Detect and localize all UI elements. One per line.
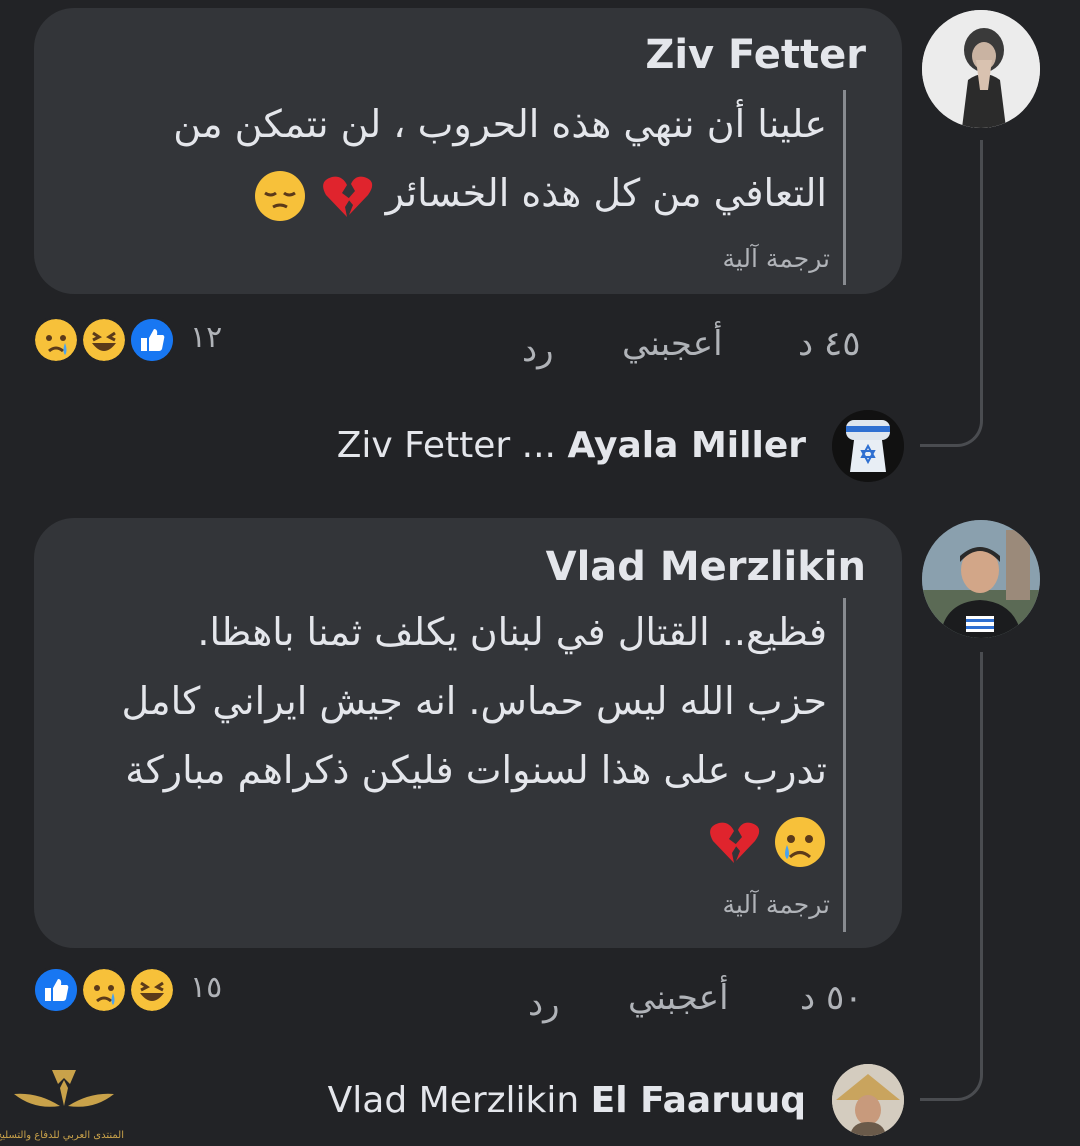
like-icon[interactable] — [128, 316, 176, 364]
like-button[interactable]: أعجبني — [628, 978, 729, 1018]
avatar-ziv-fetter[interactable] — [922, 10, 1040, 128]
comment-author[interactable]: Ziv Fetter — [645, 32, 866, 78]
comment-author[interactable]: Vlad Merzlikin — [546, 544, 866, 590]
comment-time: ٥٠ د — [800, 978, 863, 1018]
comment-text: فظيع.. القتال في لبنان يكلف ثمنا باهظا. … — [67, 598, 846, 932]
avatar-vlad-merzlikin[interactable] — [922, 520, 1040, 638]
auto-translate-link[interactable]: ترجمة آلية — [722, 244, 846, 273]
watermark-text: المنتدى العربي للدفاع والتسليح — [0, 1130, 124, 1141]
pensive-face-icon — [253, 169, 307, 223]
reaction-count[interactable]: ١٢ — [190, 320, 222, 355]
reply-button[interactable]: رد — [522, 330, 554, 370]
crying-face-icon — [773, 815, 827, 869]
comment-line — [67, 805, 827, 874]
reply-button[interactable]: رد — [528, 984, 560, 1024]
laugh-icon[interactable] — [128, 966, 176, 1014]
avatar-ayala-miller[interactable] — [832, 410, 904, 482]
comment-line: فظيع.. القتال في لبنان يكلف ثمنا باهظا. — [197, 610, 827, 654]
comment-bubble-2: Vlad Merzlikin فظيع.. القتال في لبنان يك… — [34, 518, 902, 948]
sad-icon[interactable] — [80, 966, 128, 1014]
comment-time: ٤٥ د — [798, 324, 861, 364]
auto-translate-link[interactable]: ترجمة آلية — [722, 890, 846, 919]
comment-line: تدرب على هذا لسنوات فليكن ذكراهم مباركة — [125, 748, 827, 792]
broken-heart-icon — [707, 815, 761, 869]
reply-preview[interactable]: Vlad Merzlikin El Faaruuq — [328, 1080, 806, 1121]
comment-line: التعافي من كل هذه الخسائر — [107, 159, 827, 228]
laugh-icon[interactable] — [80, 316, 128, 364]
reaction-count[interactable]: ١٥ — [190, 970, 222, 1005]
avatar-el-faaruuq[interactable] — [832, 1064, 904, 1136]
reply-preview-text: Vlad Merzlikin — [327, 1080, 580, 1121]
thread-connector — [920, 652, 983, 1101]
reply-author[interactable]: El Faaruuq — [591, 1080, 806, 1121]
thread-connector — [920, 140, 983, 447]
reply-preview[interactable]: Ziv Fetter ... Ayala Miller — [337, 425, 806, 466]
comment-bubble-1: Ziv Fetter علينا أن ننهي هذه الحروب ، لن… — [34, 8, 902, 294]
broken-heart-icon — [320, 169, 374, 223]
comment-line-text: التعافي من كل هذه الخسائر — [385, 171, 827, 215]
sad-icon[interactable] — [32, 316, 80, 364]
like-button[interactable]: أعجبني — [622, 324, 723, 364]
reply-preview-text: Ziv Fetter ... — [336, 425, 557, 466]
comment-line: حزب الله ليس حماس. انه جيش ايراني كامل — [121, 679, 828, 723]
comment-line: علينا أن ننهي هذه الحروب ، لن نتمكن من — [173, 102, 827, 146]
reply-author[interactable]: Ayala Miller — [567, 425, 806, 466]
like-icon[interactable] — [32, 966, 80, 1014]
watermark-logo: المنتدى العربي للدفاع والتسليح — [0, 1066, 124, 1144]
